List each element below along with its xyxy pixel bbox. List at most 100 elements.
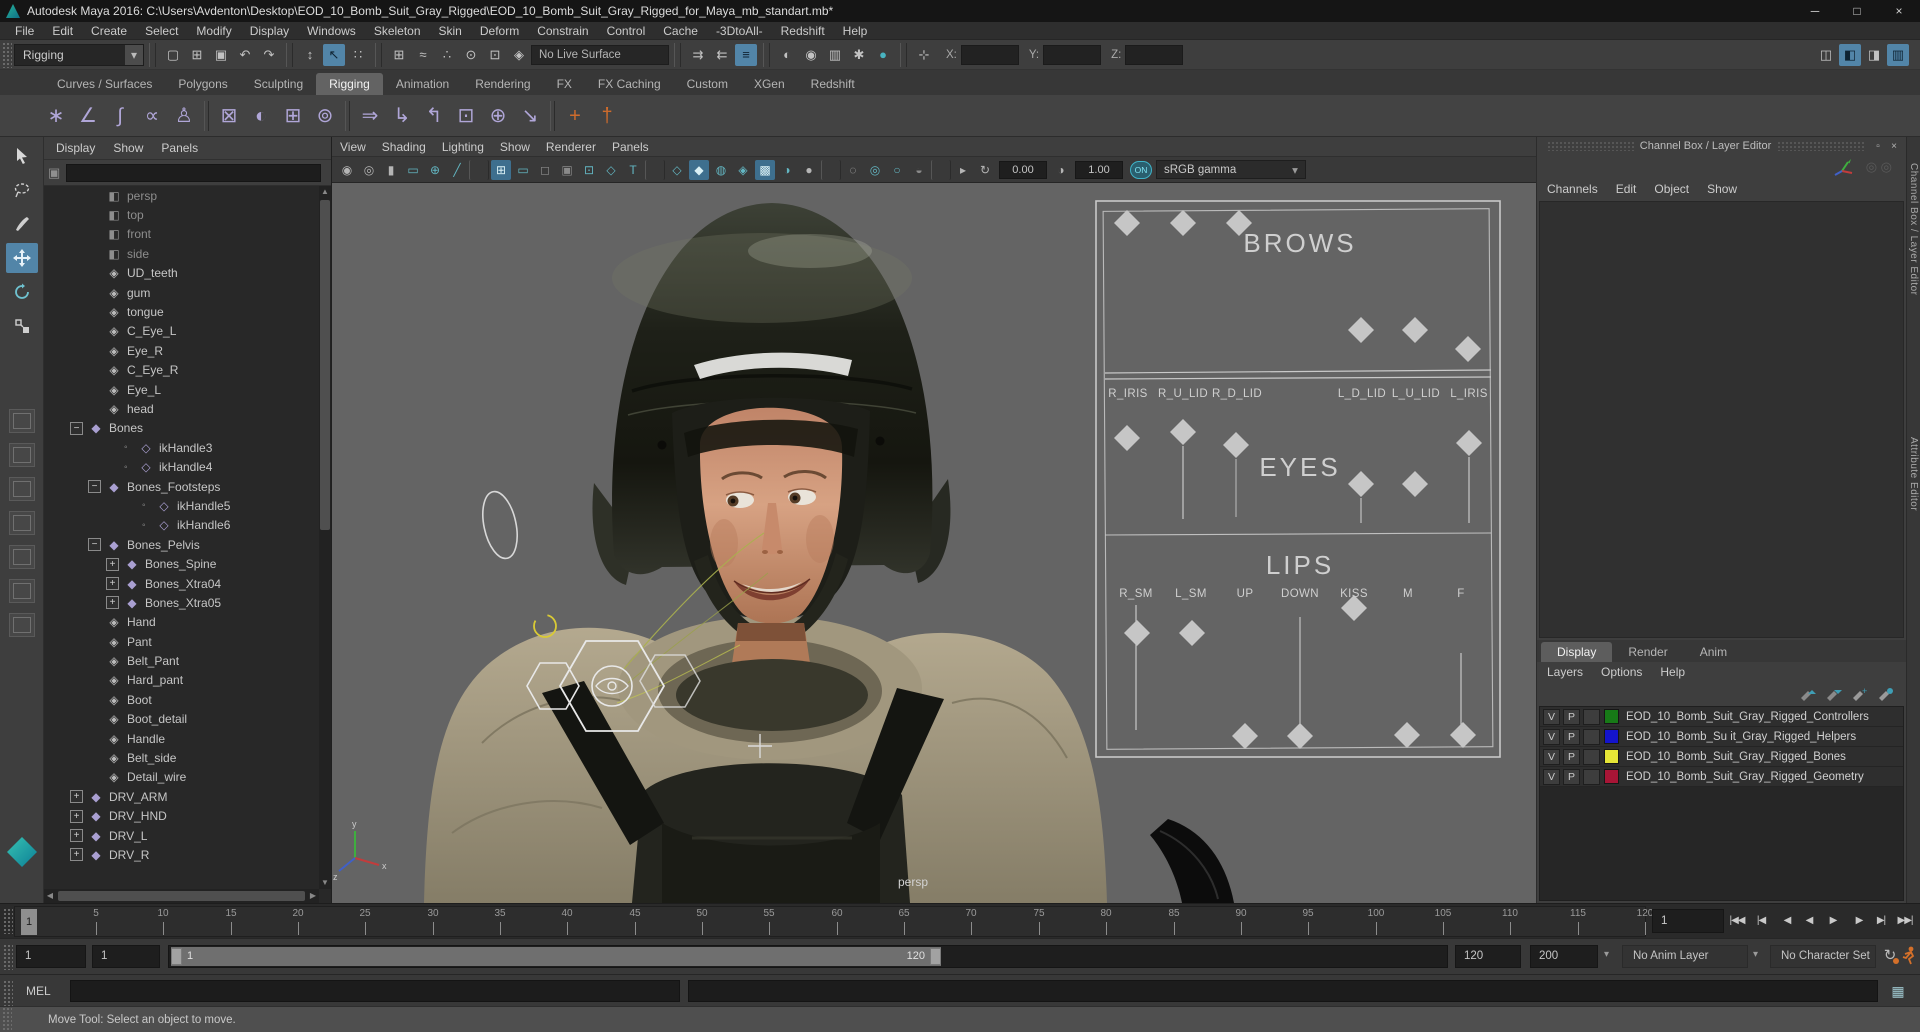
command-language-toggle[interactable]: MEL xyxy=(18,980,66,1002)
viewport-menu-item[interactable]: Lighting xyxy=(442,140,484,154)
live-surface-field[interactable]: No Live Surface xyxy=(531,44,669,65)
layer-editor-menu-item[interactable]: Layers xyxy=(1547,665,1583,679)
chevron-down-icon[interactable]: ▾ xyxy=(1604,949,1609,960)
sep[interactable] xyxy=(204,100,209,131)
scale-constraint-icon[interactable]: ⊡ xyxy=(450,100,482,132)
menu-item[interactable]: Display xyxy=(241,22,298,40)
range-slider-track[interactable]: 1 120 xyxy=(168,945,1448,968)
scroll-right-icon[interactable]: ▶ xyxy=(307,890,319,902)
outliner-item[interactable]: ◈ Boot_detail xyxy=(44,710,319,729)
go-to-end-button[interactable]: ▶▶| xyxy=(1894,908,1916,934)
menu-item[interactable]: Skin xyxy=(430,22,471,40)
outliner-item[interactable]: ◈ C_Eye_R xyxy=(44,361,319,380)
maya-outliner-icon[interactable] xyxy=(7,837,37,867)
outliner-item[interactable]: ◈ gum xyxy=(44,283,319,302)
snap-point-button[interactable]: ∴ xyxy=(436,44,458,66)
character-set-dropdown[interactable]: No Character Set xyxy=(1770,945,1876,968)
script-editor-icon[interactable]: ▦ xyxy=(1888,981,1908,1001)
layer-name[interactable]: EOD_10_Bomb_Suit_Gray_Rigged_Controllers xyxy=(1626,711,1869,723)
outliner-item[interactable]: ◧ side xyxy=(44,244,319,263)
outliner-item[interactable]: ◦ ◇ ikHandle6 xyxy=(44,516,319,535)
cluster-icon[interactable]: ⊚ xyxy=(309,100,341,132)
anti-alias-icon[interactable]: ○ xyxy=(887,160,907,180)
render-view-button[interactable]: ◐ xyxy=(776,44,798,66)
expander-icon[interactable]: − xyxy=(70,421,83,435)
tab-attribute-editor[interactable]: Attribute Editor xyxy=(1908,437,1919,511)
outliner-horizontal-scrollbar[interactable]: ◀ ▶ xyxy=(44,889,319,903)
shelf-tab[interactable]: Animation xyxy=(383,73,462,95)
outliner-item[interactable]: ◧ front xyxy=(44,225,319,244)
viewport-canvas[interactable]: y x z BROWS EYES LIPS R_IRIS R_U_LID R_D… xyxy=(332,183,1536,903)
spline-ik-tool-icon[interactable]: ∫ xyxy=(104,100,136,132)
gamma-icon[interactable]: ◑ xyxy=(1051,160,1071,180)
outliner-item[interactable]: + ◆ Bones_Xtra05 xyxy=(44,593,319,612)
outliner-item[interactable]: ◧ persp xyxy=(44,186,319,205)
smooth-bind-icon[interactable]: ◐ xyxy=(245,100,277,132)
viewport-menu-item[interactable]: Show xyxy=(500,140,530,154)
layer-display-type-toggle[interactable] xyxy=(1583,768,1600,785)
panel-drag-texture[interactable] xyxy=(1547,141,1634,151)
outliner-item[interactable]: ◈ Detail_wire xyxy=(44,768,319,787)
shelf-tab[interactable]: Custom xyxy=(674,73,741,95)
color-management-toggle[interactable]: ON xyxy=(1130,160,1152,179)
film-gate-icon[interactable]: ▭ xyxy=(513,160,533,180)
tool-settings-button[interactable]: ◨ xyxy=(1863,44,1885,66)
layer-editor-tab[interactable]: Display xyxy=(1541,642,1613,662)
sep[interactable] xyxy=(550,100,555,131)
layer-playback-toggle[interactable]: P xyxy=(1563,748,1580,765)
undo-button[interactable]: ↶ xyxy=(234,44,256,66)
command-result-field[interactable] xyxy=(688,980,1878,1002)
depth-of-field-icon[interactable]: ◒ xyxy=(909,160,929,180)
rotate-tool-button[interactable] xyxy=(6,277,38,307)
move-layer-down-icon[interactable] xyxy=(1825,687,1843,701)
shelf-tab[interactable]: Redshift xyxy=(798,73,868,95)
layer-visibility-toggle[interactable]: V xyxy=(1543,768,1560,785)
shelf-tab[interactable]: Polygons xyxy=(165,73,240,95)
expander-icon[interactable]: − xyxy=(88,538,101,552)
safe-title-icon[interactable]: T xyxy=(623,160,643,180)
shelf-tab[interactable]: Rendering xyxy=(462,73,543,95)
field-chart-icon[interactable]: ⊡ xyxy=(579,160,599,180)
timeline-ruler[interactable]: 1 5 10 15 20 25 30 35 40 45 50 55 60 65 … xyxy=(14,906,1653,937)
panel-drag-texture[interactable] xyxy=(1777,141,1864,151)
outliner-item[interactable]: ◦ ◇ ikHandle4 xyxy=(44,457,319,476)
move-tool-button[interactable] xyxy=(5,243,38,273)
menu-item[interactable]: File xyxy=(6,22,43,40)
outliner-item[interactable]: ◈ Eye_L xyxy=(44,380,319,399)
menu-item[interactable]: Constrain xyxy=(528,22,597,40)
menu-set-selector[interactable]: Rigging ▾ xyxy=(14,43,144,66)
step-back-frame-button[interactable]: |◀ xyxy=(1750,908,1772,934)
outliner-item[interactable]: + ◆ Bones_Xtra04 xyxy=(44,574,319,593)
safe-action-icon[interactable]: ◇ xyxy=(601,160,621,180)
menu-item[interactable]: Cache xyxy=(654,22,707,40)
select-camera-icon[interactable]: ◉ xyxy=(337,160,357,180)
snap-view-plane-button[interactable]: ⊡ xyxy=(484,44,506,66)
maximize-button[interactable]: □ xyxy=(1836,0,1878,22)
animation-end-field[interactable]: 200 xyxy=(1530,945,1598,968)
pan-zoom-icon[interactable]: ⊕ xyxy=(425,160,445,180)
input-connections-button[interactable]: ⇉ xyxy=(687,44,709,66)
outliner-item[interactable]: ◧ top xyxy=(44,205,319,224)
modeling-toolkit-button[interactable]: ◫ xyxy=(1815,44,1837,66)
outliner-item[interactable]: − ◆ Bones_Footsteps xyxy=(44,477,319,496)
facial-control-board[interactable]: BROWS EYES LIPS R_IRIS R_U_LID R_D_LID L… xyxy=(1094,197,1504,763)
y-input[interactable] xyxy=(1043,44,1102,65)
shelf-tab[interactable]: Sculpting xyxy=(241,73,316,95)
outliner-item[interactable]: ◈ Eye_R xyxy=(44,341,319,360)
menu-item[interactable]: Help xyxy=(834,22,877,40)
redo-button[interactable]: ↷ xyxy=(258,44,280,66)
viewport-menu-item[interactable]: Shading xyxy=(382,140,426,154)
select-tool-button[interactable] xyxy=(6,141,38,171)
auto-keyframe-toggle[interactable]: ↻ xyxy=(1880,946,1900,966)
layer-row[interactable]: V P EOD_10_Bomb_Suit_Gray_Rigged_Bones xyxy=(1540,747,1903,767)
current-frame-marker[interactable]: 1 xyxy=(21,909,37,935)
expander-icon[interactable]: − xyxy=(88,480,101,494)
drag-handle[interactable] xyxy=(3,908,13,934)
shelf-tab[interactable]: XGen xyxy=(741,73,798,95)
animation-start-field[interactable]: 1 xyxy=(16,945,86,968)
viewport-menu-item[interactable]: Renderer xyxy=(546,140,596,154)
menu-item[interactable]: Control xyxy=(598,22,655,40)
layer-display-type-toggle[interactable] xyxy=(1583,748,1600,765)
sep[interactable] xyxy=(931,159,951,180)
lattice-icon[interactable]: ⊞ xyxy=(277,100,309,132)
